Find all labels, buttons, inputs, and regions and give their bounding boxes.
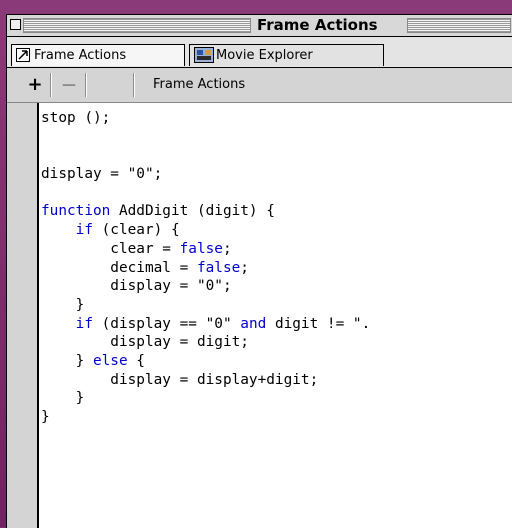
panel-tabs: Frame Actions Movie Explorer [7, 37, 512, 68]
tab-frame-actions[interactable]: Frame Actions [11, 44, 185, 66]
code-line: } else { [41, 352, 370, 371]
add-action-button[interactable]: + [25, 75, 45, 95]
frame-actions-window: Frame Actions Frame Actions Movie Explor… [6, 14, 512, 528]
code-token: (display == "0" [92, 315, 241, 332]
tab-movie-explorer[interactable]: Movie Explorer [189, 44, 384, 66]
code-text[interactable]: stop (); display = "0"; function AddDigit … [41, 109, 370, 427]
actions-toolbar: + — Frame Actions [7, 68, 512, 103]
code-token: display = display+digit; [41, 371, 319, 388]
code-line: decimal = false; [41, 259, 370, 278]
code-token: display = "0"; [41, 166, 163, 183]
code-line: } [41, 389, 370, 408]
code-token: } [41, 296, 85, 313]
code-token: { [127, 352, 145, 369]
code-line: } [41, 408, 370, 427]
title-bar-stripes-left [23, 18, 251, 33]
script-editor[interactable]: stop (); display = "0"; function AddDigit … [37, 103, 512, 528]
code-line: stop (); [41, 109, 370, 128]
toolbar-separator [85, 73, 86, 97]
code-token: display = digit; [41, 334, 249, 351]
code-keyword: if [75, 222, 93, 239]
toolbar-separator [133, 73, 134, 97]
code-literal: false [196, 259, 241, 276]
code-keyword: if [75, 315, 93, 332]
tab-movie-explorer-label: Movie Explorer [216, 48, 313, 63]
toolbar-separator [50, 73, 51, 97]
arrow-icon [16, 48, 30, 62]
movie-explorer-icon [194, 47, 214, 63]
code-line: display = "0"; [41, 277, 370, 296]
code-token: decimal = [41, 259, 197, 276]
panel-label: Frame Actions [153, 77, 246, 92]
remove-action-button[interactable]: — [59, 75, 79, 95]
code-keyword: function [41, 203, 111, 220]
code-line: display = "0"; [41, 165, 370, 184]
code-token: ; [222, 240, 232, 257]
tab-frame-actions-label: Frame Actions [34, 48, 127, 63]
code-token: } [41, 409, 50, 425]
code-keyword: else [92, 352, 128, 369]
title-bar-stripes-right [407, 18, 511, 33]
code-line: if (clear) { [41, 221, 370, 240]
close-box[interactable] [10, 19, 21, 30]
code-token: } [41, 390, 85, 407]
code-token: AddDigit (digit) { [110, 203, 275, 220]
window-title: Frame Actions [251, 16, 384, 34]
code-keyword: and [240, 315, 267, 332]
code-line: display = digit; [41, 333, 370, 352]
title-bar[interactable]: Frame Actions [7, 15, 512, 37]
code-token: digit != ". [266, 315, 371, 332]
code-line: display = display+digit; [41, 371, 370, 390]
code-line: if (display == "0" and digit != ". [41, 315, 371, 334]
code-token: } [41, 352, 93, 369]
code-token: display = "0"; [41, 278, 232, 295]
code-line: } [41, 296, 370, 315]
code-token: ; [240, 259, 249, 276]
code-line: clear = false; [41, 240, 370, 259]
code-token: (clear) { [92, 222, 180, 239]
desktop-background: Frame Actions Frame Actions Movie Explor… [0, 0, 512, 528]
code-token: clear = [41, 240, 180, 257]
code-token: stop (); [41, 110, 111, 126]
editor-gutter [7, 103, 37, 528]
code-literal: false [179, 240, 223, 257]
code-line: function AddDigit (digit) { [41, 202, 370, 221]
